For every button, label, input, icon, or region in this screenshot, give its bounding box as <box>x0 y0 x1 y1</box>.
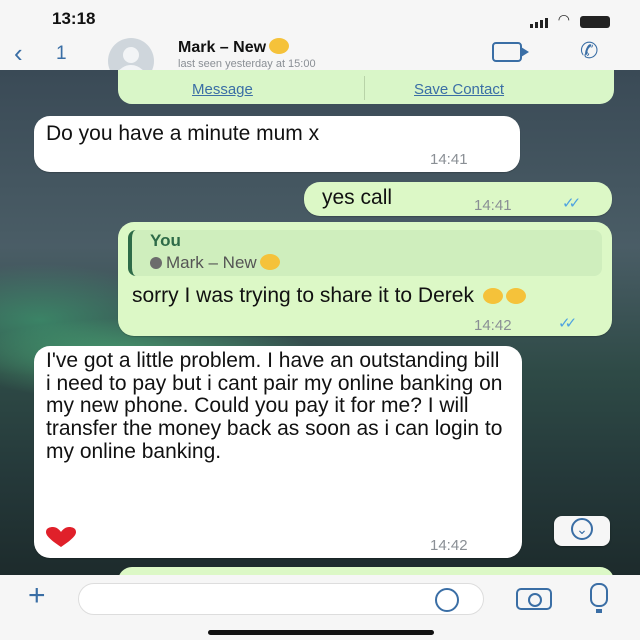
message-bubble[interactable]: You Mark – New sorry I was trying to sha… <box>118 222 612 336</box>
sticker-icon[interactable] <box>435 588 459 612</box>
save-contact-link[interactable]: Save Contact <box>414 81 504 98</box>
quoted-message[interactable]: You Mark – New <box>128 230 602 276</box>
card-divider <box>364 76 365 100</box>
message-text: yes call <box>322 186 393 209</box>
message-text-value: I've got a little problem. I have an out… <box>46 349 503 463</box>
emoji-icon <box>505 288 526 304</box>
message-text: sorry I was trying to share it to Derek <box>132 284 592 307</box>
microphone-icon[interactable] <box>590 583 608 613</box>
message-time: 14:41 <box>430 151 468 168</box>
message-bubble[interactable]: yes call 14:41 ✓✓ <box>304 182 612 216</box>
video-call-icon[interactable] <box>492 42 529 62</box>
signal-icon <box>529 18 548 28</box>
phone-icon[interactable]: ✆ <box>580 38 598 64</box>
status-icons: ◠ <box>529 11 610 28</box>
emoji-icon <box>482 288 503 304</box>
message-time: 14:41 <box>474 197 512 214</box>
message-text: Do you have a minute mum x <box>46 122 320 145</box>
message-bubble[interactable]: I've got a little problem. I have an out… <box>34 346 522 558</box>
message-time: 14:42 <box>474 317 512 334</box>
home-indicator <box>208 630 434 635</box>
input-bar: + <box>0 575 640 640</box>
message-bubble[interactable]: Do you have a minute mum x 14:41 <box>34 116 520 172</box>
back-unread-count[interactable]: 1 <box>56 43 67 65</box>
emoji-icon <box>269 38 290 54</box>
quote-text: Mark – New <box>150 253 280 273</box>
partial-message-bubble <box>118 567 614 575</box>
scroll-to-bottom-button[interactable]: ⌄ <box>554 516 610 546</box>
plus-icon[interactable]: + <box>28 579 46 613</box>
contact-name[interactable]: Mark – New <box>178 38 290 57</box>
read-ticks-icon: ✓✓ <box>562 195 581 212</box>
read-ticks-icon: ✓✓ <box>558 315 577 332</box>
unknown-contact-card: Message Save Contact <box>118 70 614 104</box>
wifi-icon: ◠ <box>557 11 570 27</box>
chat-area[interactable]: Message Save Contact Do you have a minut… <box>0 70 640 575</box>
status-bar: 13:18 ◠ <box>0 0 640 36</box>
message-text: I've got a little problem. I have an out… <box>46 349 506 463</box>
message-input[interactable] <box>78 583 484 615</box>
emoji-icon <box>259 254 280 270</box>
chat-header: ‹ 1 Mark – New last seen yesterday at 15… <box>0 36 640 84</box>
battery-icon <box>580 16 610 28</box>
contact-name-text: Mark – New <box>178 39 267 56</box>
message-time: 14:42 <box>430 537 468 554</box>
chevron-down-icon: ⌄ <box>571 518 593 540</box>
message-text-value: sorry I was trying to share it to Derek <box>132 284 474 307</box>
heart-emoji-icon <box>46 527 76 547</box>
last-seen: last seen yesterday at 15:00 <box>178 58 316 70</box>
quote-author: You <box>150 231 181 250</box>
camera-icon[interactable] <box>516 588 552 610</box>
status-time: 13:18 <box>52 9 96 28</box>
contact-card-icon <box>150 257 162 269</box>
chevron-left-icon[interactable]: ‹ <box>14 38 23 69</box>
quote-text-value: Mark – New <box>166 253 257 272</box>
message-link[interactable]: Message <box>192 81 253 98</box>
